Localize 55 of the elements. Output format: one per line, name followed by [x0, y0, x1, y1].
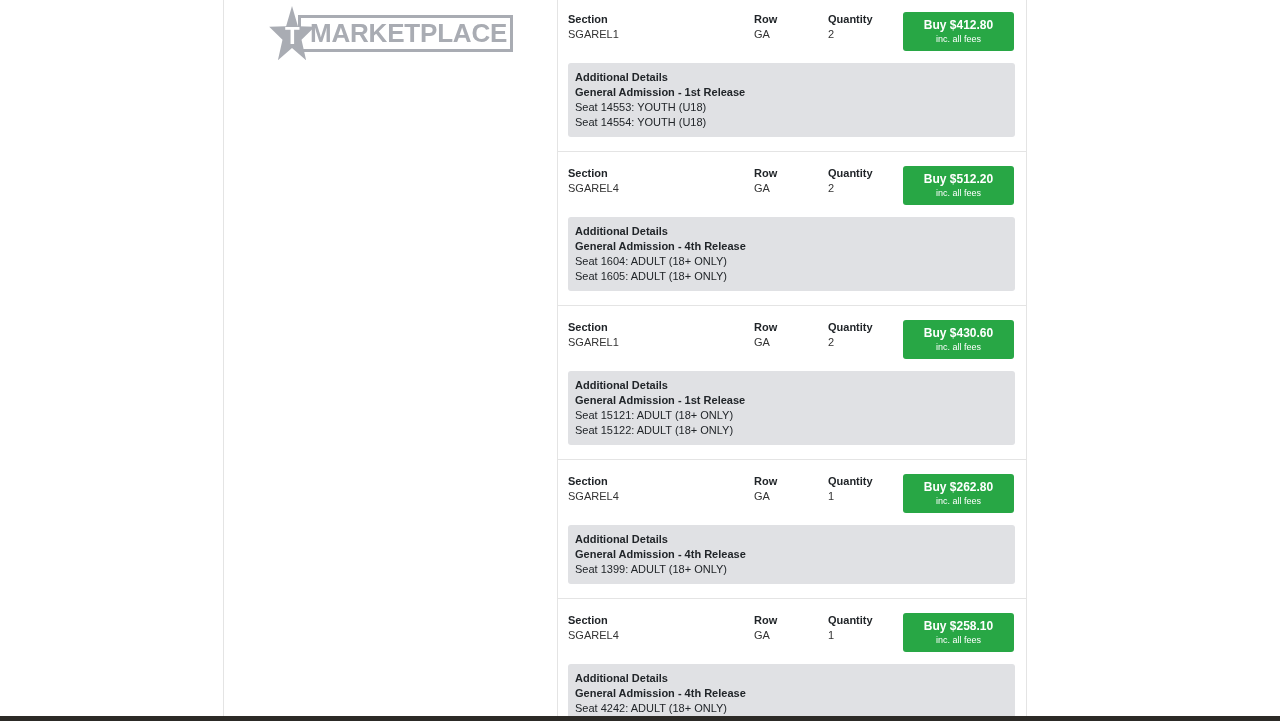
release-text: General Admission - 1st Release	[575, 393, 746, 408]
field-value: SGAREL1	[568, 335, 619, 350]
field-label: Row	[754, 12, 778, 27]
field-label: Section	[568, 474, 608, 489]
details-title: Additional Details	[575, 671, 668, 686]
field-value: 2	[828, 181, 835, 196]
logo-wordmark: MARKETPLACE	[298, 15, 514, 52]
field-label: Quantity	[828, 12, 873, 27]
seat-text: Seat 1399: ADULT (18+ ONLY)	[575, 562, 727, 577]
field-value: 1	[828, 628, 835, 643]
field-label: Section	[568, 166, 608, 181]
buy-button[interactable]: Buy $262.80 inc. all fees	[903, 474, 1014, 513]
buy-button[interactable]: Buy $412.80 inc. all fees	[903, 12, 1014, 51]
seat-text: Seat 1605: ADULT (18+ ONLY)	[575, 269, 727, 284]
field-value: GA	[754, 628, 770, 643]
field-value: 1	[828, 489, 835, 504]
field-label: Section	[568, 613, 608, 628]
seat-text: Seat 15121: ADULT (18+ ONLY)	[575, 408, 734, 423]
field-value: GA	[754, 181, 770, 196]
buy-button[interactable]: Buy $430.60 inc. all fees	[903, 320, 1014, 359]
field-label: Row	[754, 613, 778, 628]
field-value: SGAREL4	[568, 628, 619, 643]
seat-text: Seat 1604: ADULT (18+ ONLY)	[575, 254, 727, 269]
details-title: Additional Details	[575, 70, 668, 85]
field-label: Row	[754, 166, 778, 181]
field-label: Section	[568, 12, 608, 27]
field-value: SGAREL4	[568, 181, 619, 196]
logo-letter: T	[285, 23, 300, 49]
details-title: Additional Details	[575, 532, 668, 547]
field-label: Quantity	[828, 613, 873, 628]
seat-text: Seat 4242: ADULT (18+ ONLY)	[575, 701, 727, 716]
release-text: General Admission - 4th Release	[575, 686, 746, 701]
field-label: Quantity	[828, 166, 873, 181]
field-value: GA	[754, 489, 770, 504]
field-label: Quantity	[828, 474, 873, 489]
seat-text: Seat 14554: YOUTH (U18)	[575, 115, 707, 130]
buy-button[interactable]: Buy $512.20 inc. all fees	[903, 166, 1014, 205]
details-title: Additional Details	[575, 224, 668, 239]
field-value: SGAREL1	[568, 27, 619, 42]
field-value: SGAREL4	[568, 489, 619, 504]
field-label: Row	[754, 320, 778, 335]
field-label: Row	[754, 474, 778, 489]
release-text: General Admission - 1st Release	[575, 85, 746, 100]
seat-text: Seat 14553: YOUTH (U18)	[575, 100, 707, 115]
field-value: GA	[754, 27, 770, 42]
seat-text: Seat 15122: ADULT (18+ ONLY)	[575, 423, 734, 438]
details-title: Additional Details	[575, 378, 668, 393]
release-text: General Admission - 4th Release	[575, 547, 746, 562]
field-value: 2	[828, 27, 835, 42]
release-text: General Admission - 4th Release	[575, 239, 746, 254]
field-value: 2	[828, 335, 835, 350]
field-label: Section	[568, 320, 608, 335]
field-label: Quantity	[828, 320, 873, 335]
buy-button[interactable]: Buy $258.10 inc. all fees	[903, 613, 1014, 652]
field-value: GA	[754, 335, 770, 350]
